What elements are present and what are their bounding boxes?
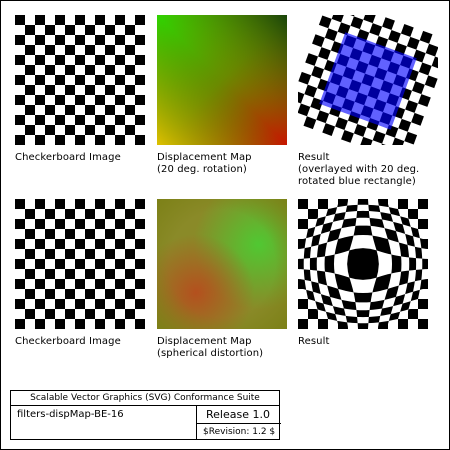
result-rotation	[298, 15, 438, 145]
checkerboard-image-2	[15, 199, 145, 329]
caption-result-rotation: Result (overlayed with 20 deg. rotated b…	[298, 152, 420, 187]
test-name: filters-dispMap-BE-16	[17, 409, 124, 420]
caption-result-spherical: Result	[298, 336, 330, 347]
result-spherical	[298, 199, 428, 329]
checkerboard-image-1	[15, 15, 145, 145]
caption-displacement-map-rotation: Displacement Map (20 deg. rotation)	[157, 152, 252, 175]
legend-release-divider	[196, 423, 281, 424]
legend-divider	[11, 405, 279, 406]
conformance-legend: Scalable Vector Graphics (SVG) Conforman…	[10, 390, 281, 440]
revision-label: $Revision: 1.2 $	[203, 427, 276, 437]
caption-displacement-map-spherical: Displacement Map (spherical distortion)	[157, 336, 264, 359]
displacement-map-rotation	[157, 15, 287, 145]
caption-checkerboard-2: Checkerboard Image	[15, 336, 121, 347]
caption-checkerboard-1: Checkerboard Image	[15, 152, 121, 163]
release-label: Release 1.0	[206, 408, 270, 421]
displacement-map-spherical	[157, 199, 287, 329]
suite-title: Scalable Vector Graphics (SVG) Conforman…	[30, 393, 260, 403]
